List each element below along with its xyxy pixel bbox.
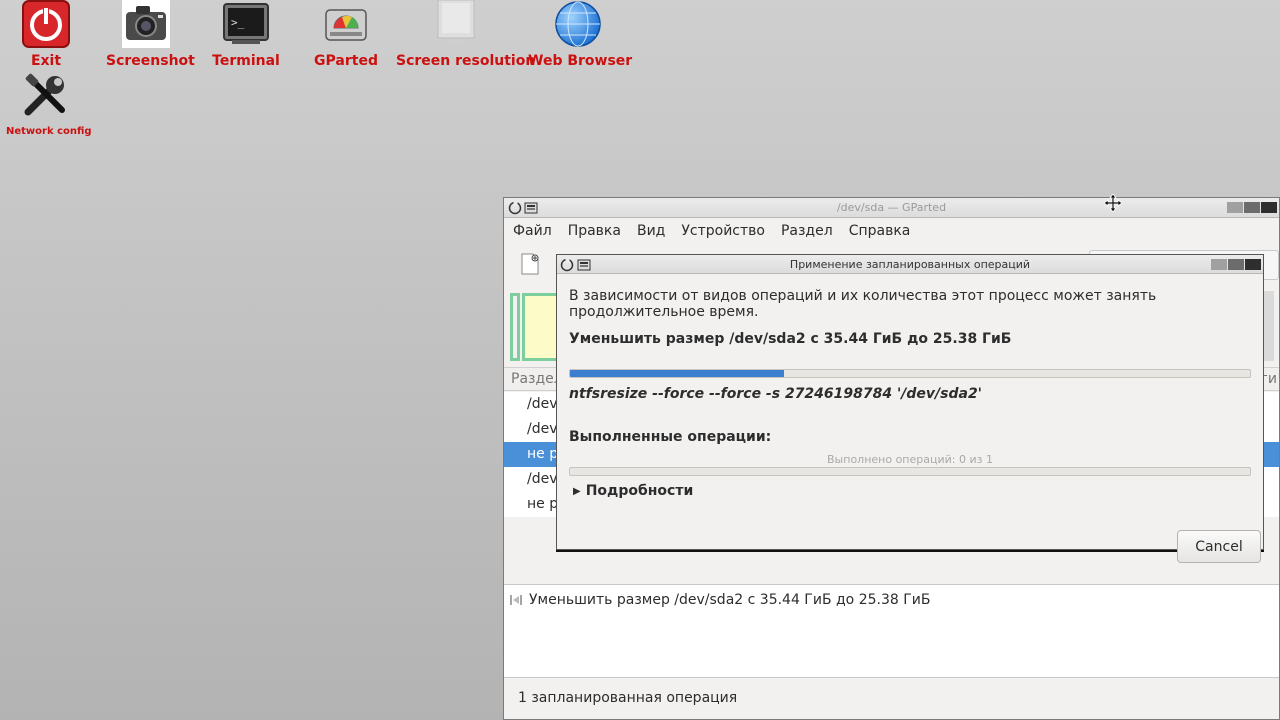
tools-icon: [24, 73, 65, 116]
menu-view[interactable]: Вид: [636, 223, 666, 239]
desktop-icon-label: Screen resolution: [396, 53, 536, 69]
minimize-button[interactable]: [1227, 202, 1243, 213]
power-icon: [22, 0, 70, 48]
menu-file[interactable]: Файл: [512, 223, 553, 239]
column-header-partition[interactable]: Раздел: [511, 371, 563, 387]
desktop-icon-terminal[interactable]: >_ Terminal: [206, 0, 286, 69]
monitor-icon: [437, 0, 475, 44]
desktop-icon-screen-resolution[interactable]: Screen resolution: [396, 0, 536, 69]
window-titlebar[interactable]: /dev/sda — GParted: [504, 198, 1279, 218]
desktop-icon-label: Terminal: [212, 53, 280, 69]
camera-icon: [122, 0, 170, 48]
pending-operations-pane: Уменьшить размер /dev/sda2 с 35.44 ГиБ д…: [504, 584, 1279, 678]
menu-help[interactable]: Справка: [848, 223, 912, 239]
current-command: ntfsresize --force --force -s 2724619878…: [569, 386, 982, 402]
details-label: Подробности: [585, 483, 694, 499]
expander-arrow-icon: ▶: [573, 486, 581, 497]
status-bar: 1 запланированная операция: [518, 690, 738, 706]
maximize-button[interactable]: [1228, 259, 1244, 270]
desktop-icon-label: Exit: [30, 53, 62, 69]
completed-operations-count: Выполнено операций: 0 из 1: [827, 453, 993, 466]
svg-text:>_: >_: [231, 16, 245, 29]
completed-operations-label: Выполненные операции:: [569, 429, 772, 445]
desktop-icon-label: GParted: [314, 53, 378, 69]
minimize-button[interactable]: [1211, 259, 1227, 270]
menu-device[interactable]: Устройство: [680, 223, 766, 239]
desktop-icon-label: Screenshot: [106, 53, 195, 69]
pending-operation-item[interactable]: Уменьшить размер /dev/sda2 с 35.44 ГиБ д…: [529, 592, 930, 608]
desktop-icon-network-config[interactable]: Network config: [6, 72, 92, 137]
resize-icon: [510, 595, 522, 605]
dialog-title: Применение запланированных операций: [789, 258, 1031, 271]
new-partition-icon[interactable]: [520, 252, 540, 276]
partition-block[interactable]: [1264, 291, 1274, 361]
partition-block[interactable]: [510, 293, 520, 361]
progress-fill: [570, 370, 785, 377]
close-button[interactable]: [1245, 259, 1261, 270]
details-expander[interactable]: ▶ Подробности: [573, 483, 693, 499]
disk-icon: [325, 9, 367, 41]
total-progress-bar: [569, 467, 1251, 476]
dialog-info-text: В зависимости от видов операций и их кол…: [569, 288, 1157, 320]
maximize-button[interactable]: [1244, 202, 1260, 213]
desktop-icon-web-browser[interactable]: Web Browser: [528, 0, 633, 69]
dialog-titlebar[interactable]: Применение запланированных операций: [557, 255, 1263, 274]
desktop-icon-exit[interactable]: Exit: [14, 0, 78, 69]
move-cursor-icon: [1104, 194, 1122, 212]
window-title: /dev/sda — GParted: [836, 201, 947, 214]
menu-bar: Файл Правка Вид Устройство Раздел Справк…: [504, 218, 1279, 244]
desktop-icon-screenshot[interactable]: Screenshot: [106, 0, 195, 69]
desktop-icon-label: Network config: [6, 126, 92, 137]
cancel-button[interactable]: Cancel: [1177, 530, 1261, 563]
terminal-icon: >_: [223, 3, 269, 44]
menu-edit[interactable]: Правка: [567, 223, 622, 239]
desktop-icon-gparted[interactable]: GParted: [306, 0, 386, 69]
globe-icon: [555, 1, 601, 47]
operation-progress-bar: [569, 369, 1251, 378]
current-operation-label: Уменьшить размер /dev/sda2 с 35.44 ГиБ д…: [569, 331, 1012, 347]
apply-operations-dialog: Применение запланированных операций В за…: [556, 254, 1264, 563]
desktop-icon-label: Web Browser: [528, 53, 633, 69]
close-button[interactable]: [1261, 202, 1277, 213]
menu-partition[interactable]: Раздел: [780, 223, 834, 239]
